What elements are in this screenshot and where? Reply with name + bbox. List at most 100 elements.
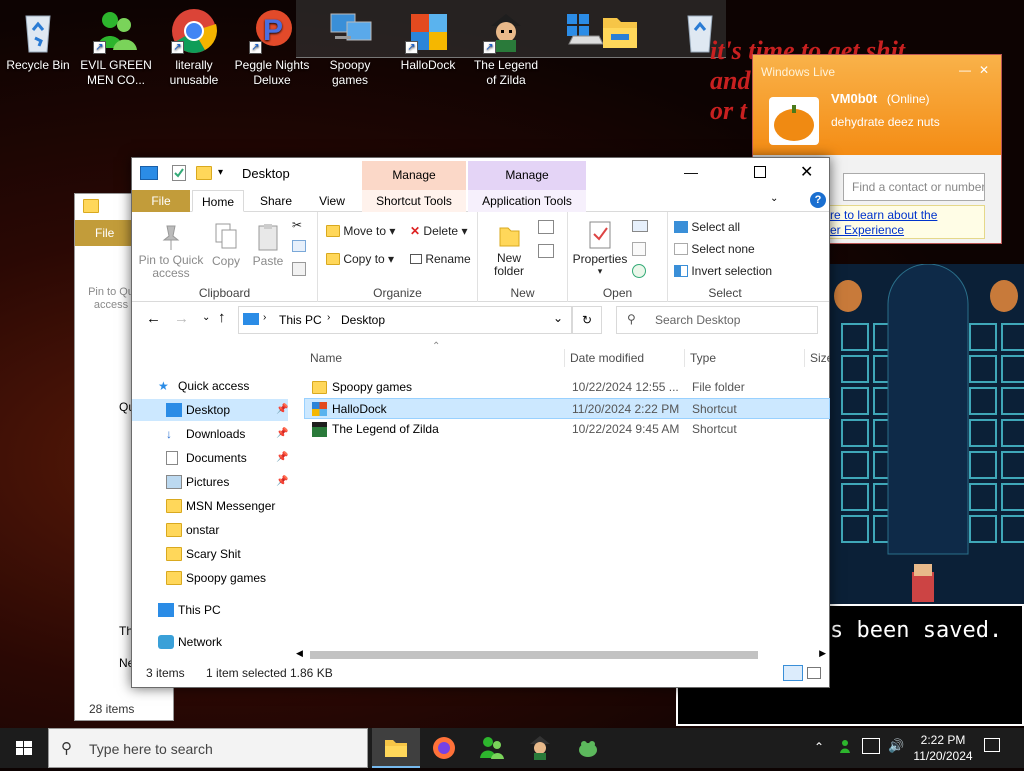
taskbar-legend-of-zilda[interactable] bbox=[516, 728, 564, 768]
copy-path-icon[interactable] bbox=[292, 240, 306, 252]
pin-icon[interactable]: 📌 bbox=[276, 471, 288, 493]
quick-access-toolbar-dropdown[interactable]: ▾ bbox=[218, 167, 223, 178]
forward-arrow-icon[interactable]: → bbox=[174, 310, 189, 327]
breadcrumb-desktop[interactable]: Desktop bbox=[341, 313, 385, 327]
pin-icon[interactable]: 📌 bbox=[276, 423, 288, 445]
taskbar-app[interactable] bbox=[564, 728, 612, 768]
nav-desktop[interactable]: Desktop 📌 bbox=[132, 399, 288, 421]
column-header-name[interactable]: Name bbox=[310, 351, 342, 365]
taskbar-search-box[interactable]: ⚲ Type here to search bbox=[48, 728, 368, 768]
desktop-icon-chrome[interactable]: ↗ literally unusable bbox=[156, 8, 232, 88]
notifications-icon[interactable] bbox=[984, 738, 1000, 752]
maximize-button[interactable] bbox=[754, 166, 766, 178]
nav-msn-messenger[interactable]: MSN Messenger bbox=[132, 495, 292, 517]
nav-downloads[interactable]: ↓ Downloads 📌 bbox=[132, 423, 292, 445]
msn-close-button[interactable]: ✕ bbox=[979, 63, 989, 77]
move-to-button[interactable]: Move to ▾ bbox=[326, 224, 395, 238]
cut-icon[interactable]: ✂ bbox=[292, 218, 302, 232]
edit-icon[interactable] bbox=[632, 242, 646, 256]
tab-application-tools[interactable]: Application Tools bbox=[468, 190, 586, 212]
msn-search-input[interactable]: Find a contact or number bbox=[843, 173, 985, 201]
select-all-button[interactable]: Select all bbox=[674, 220, 740, 234]
scroll-left-icon[interactable]: ◀ bbox=[296, 648, 303, 659]
msn-minimize-button[interactable]: — bbox=[959, 63, 971, 77]
search-box[interactable]: ⚲ Search Desktop bbox=[616, 306, 818, 334]
tab-view[interactable]: View bbox=[306, 190, 358, 212]
open-icon[interactable] bbox=[632, 220, 648, 232]
address-bar[interactable]: › This PC › Desktop ⌄ bbox=[238, 306, 572, 334]
nav-documents[interactable]: Documents 📌 bbox=[132, 447, 292, 469]
pin-icon[interactable]: 📌 bbox=[276, 399, 288, 421]
desktop-icon-evil-green-men[interactable]: ↗ EVIL GREEN MEN CO... bbox=[78, 8, 154, 88]
context-tab-manage-application[interactable]: Manage bbox=[468, 161, 586, 190]
tab-share[interactable]: Share bbox=[248, 190, 304, 212]
nav-quick-access[interactable]: ★ Quick access bbox=[132, 375, 292, 397]
msn-info-link[interactable]: re to learn about the er Experience bbox=[825, 205, 985, 239]
refresh-button[interactable]: ↻ bbox=[572, 306, 602, 334]
nav-pictures[interactable]: Pictures 📌 bbox=[132, 471, 292, 493]
scrollbar-thumb[interactable] bbox=[310, 651, 758, 659]
taskbar-clock[interactable]: 2:22 PM 11/20/2024 bbox=[912, 732, 974, 764]
back-arrow-icon[interactable]: ← bbox=[146, 310, 161, 327]
network-tray-icon[interactable] bbox=[862, 738, 880, 754]
breadcrumb-this-pc[interactable]: This PC bbox=[279, 313, 322, 327]
select-none-button[interactable]: Select none bbox=[674, 242, 755, 256]
column-header-date[interactable]: Date modified bbox=[570, 351, 644, 365]
rename-button[interactable]: Rename bbox=[410, 252, 471, 266]
nav-network[interactable]: Network bbox=[132, 631, 292, 653]
nav-scary-shit[interactable]: Scary Shit bbox=[132, 543, 292, 565]
up-arrow-icon[interactable]: ↑ bbox=[218, 309, 226, 326]
invert-selection-button[interactable]: Invert selection bbox=[674, 264, 772, 278]
taskbar-msn-messenger[interactable] bbox=[468, 728, 516, 768]
tray-msn-icon[interactable] bbox=[838, 738, 854, 754]
nav-spoopy-games[interactable]: Spoopy games bbox=[132, 567, 292, 589]
context-tab-manage-shortcut[interactable]: Manage bbox=[362, 161, 466, 190]
file-row-hallodock[interactable]: HalloDock 11/20/2024 2:22 PM Shortcut bbox=[304, 398, 830, 419]
desktop-icon-spoopy-games[interactable]: Spoopy games bbox=[312, 8, 388, 88]
msn-personal-message[interactable]: dehydrate deez nuts bbox=[831, 115, 940, 129]
file-explorer-window[interactable]: ▾ Desktop Manage Manage — ✕ File Home Sh… bbox=[131, 157, 830, 688]
tab-home[interactable]: Home bbox=[192, 190, 244, 212]
tab-shortcut-tools[interactable]: Shortcut Tools bbox=[362, 190, 466, 212]
desktop-icon-legend-of-zilda[interactable]: ↗ The Legend of Zilda bbox=[468, 8, 544, 88]
pin-icon[interactable]: 📌 bbox=[276, 447, 288, 469]
new-folder-button[interactable]: New folder bbox=[488, 220, 530, 278]
copy-button[interactable]: Copy bbox=[208, 222, 244, 268]
address-dropdown-icon[interactable]: ⌄ bbox=[553, 311, 563, 325]
volume-icon[interactable]: 🔊 bbox=[888, 738, 904, 754]
recent-locations-dropdown[interactable]: ⌄ bbox=[202, 312, 210, 323]
desktop-icon-recycle-bin[interactable]: Recycle Bin bbox=[0, 8, 76, 73]
properties-quick-icon[interactable] bbox=[172, 165, 186, 181]
column-header-type[interactable]: Type bbox=[690, 351, 716, 365]
column-header-size[interactable]: Size bbox=[810, 351, 830, 365]
easy-access-icon[interactable] bbox=[538, 244, 554, 258]
file-row-spoopy-games[interactable]: Spoopy games 10/22/2024 12:55 ... File f… bbox=[304, 377, 830, 398]
start-button[interactable] bbox=[0, 728, 48, 768]
msn-avatar[interactable] bbox=[769, 97, 819, 145]
properties-button[interactable]: Properties ▾ bbox=[572, 220, 628, 277]
paste-button[interactable]: Paste bbox=[250, 222, 286, 268]
nav-onstar[interactable]: onstar bbox=[132, 519, 292, 541]
new-item-icon[interactable] bbox=[538, 220, 554, 234]
close-button[interactable]: ✕ bbox=[800, 162, 813, 182]
desktop-icon-hallodock[interactable]: ↗ HalloDock bbox=[390, 8, 466, 73]
msn-status[interactable]: (Online) bbox=[887, 92, 930, 106]
copy-to-button[interactable]: Copy to ▾ bbox=[326, 252, 394, 266]
taskbar-search-input[interactable]: Type here to search bbox=[89, 741, 213, 757]
pin-to-quick-access-button[interactable]: Pin to Quick access bbox=[138, 222, 204, 280]
file-row-legend-of-zilda[interactable]: The Legend of Zilda 10/22/2024 9:45 AM S… bbox=[304, 419, 830, 440]
delete-button[interactable]: ✕ Delete ▾ bbox=[410, 224, 467, 238]
paste-shortcut-icon[interactable] bbox=[292, 262, 306, 276]
new-folder-quick-icon[interactable] bbox=[196, 166, 212, 180]
taskbar-file-explorer[interactable] bbox=[372, 728, 420, 768]
tab-file[interactable]: File bbox=[132, 190, 190, 212]
minimize-button[interactable]: — bbox=[684, 164, 698, 180]
scroll-right-icon[interactable]: ▶ bbox=[819, 648, 826, 659]
dock-explorer-icon[interactable] bbox=[582, 8, 658, 58]
show-hidden-icons-chevron-icon[interactable]: ⌃ bbox=[814, 740, 824, 754]
ribbon-expand-chevron-icon[interactable]: ⌄ bbox=[770, 193, 778, 204]
taskbar-firefox[interactable] bbox=[420, 728, 468, 768]
nav-this-pc[interactable]: This PC bbox=[132, 599, 292, 621]
history-icon[interactable] bbox=[632, 264, 646, 278]
help-icon[interactable]: ? bbox=[810, 192, 826, 208]
